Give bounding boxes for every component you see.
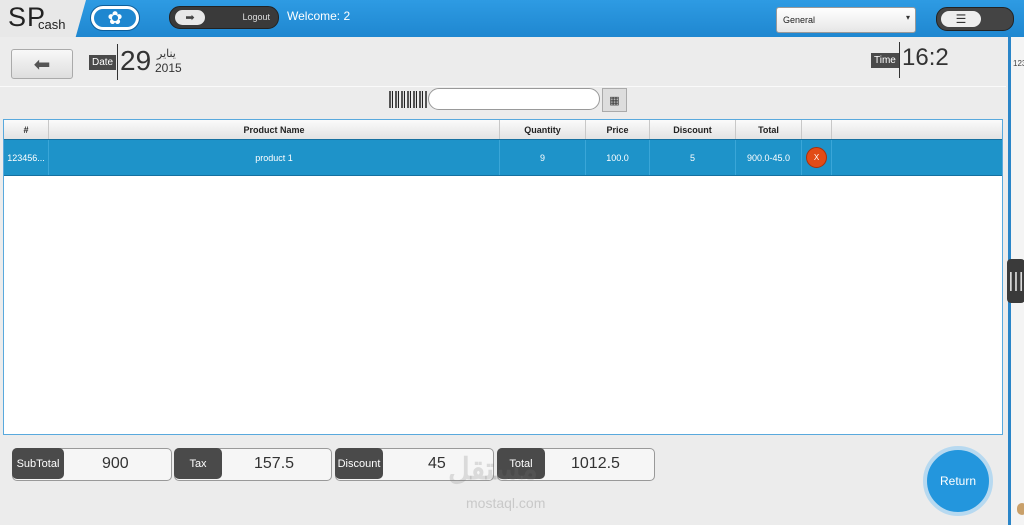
date-year: 2015 [155, 61, 182, 75]
arrow-left-icon: ⬅ [33, 53, 51, 76]
discount-value: 45 [428, 455, 446, 472]
discount-label: Discount [335, 448, 383, 479]
products-table: # Product Name Quantity Price Discount T… [3, 119, 1003, 435]
header-product-name[interactable]: Product Name [49, 120, 500, 139]
time-label: Time [871, 53, 899, 68]
settings-button[interactable]: ✿ [90, 5, 140, 31]
subtotal-label: SubTotal [12, 448, 64, 479]
keypad-icon: ▦ [609, 94, 620, 107]
cell-product-name: product 1 [49, 140, 500, 175]
header-total[interactable]: Total [736, 120, 802, 139]
date-divider [117, 44, 118, 80]
app-logo: SP cash [0, 0, 86, 37]
time-divider [899, 42, 900, 78]
gear-icon: ✿ [94, 9, 136, 27]
cell-num: 123456... [4, 140, 49, 175]
keypad-button[interactable]: ▦ [602, 88, 627, 112]
table-header: # Product Name Quantity Price Discount T… [4, 120, 1002, 140]
cell-quantity: 9 [500, 140, 586, 175]
date-day: 29 [120, 45, 152, 76]
side-panel-text: 1234 [1013, 59, 1024, 68]
header-quantity[interactable]: Quantity [500, 120, 586, 139]
barcode-icon[interactable] [389, 91, 427, 108]
side-panel-strip: 1234 ||| [1007, 37, 1024, 525]
header-actions [802, 120, 832, 139]
subtotal-box: SubTotal 900 [12, 448, 172, 481]
cell-total: 900.0-45.0 [736, 140, 802, 175]
return-button[interactable]: Return [923, 446, 993, 516]
subtotal-value: 900 [102, 455, 129, 472]
remove-item-button[interactable]: X [806, 147, 827, 168]
dropdown-value: General [783, 15, 816, 25]
header-price[interactable]: Price [586, 120, 650, 139]
header-num[interactable]: # [4, 120, 49, 139]
barcode-input[interactable] [428, 88, 600, 110]
chevron-down-icon: ▾ [905, 13, 910, 22]
cell-actions: X [802, 140, 832, 175]
header-discount[interactable]: Discount [650, 120, 736, 139]
cell-price: 100.0 [586, 140, 650, 175]
tax-label: Tax [174, 448, 222, 479]
logout-button[interactable]: ➡ Logout [169, 6, 279, 29]
side-panel-dot-icon [1017, 503, 1024, 515]
barcode-search: ▦ [384, 87, 627, 113]
logo-subtext: cash [38, 17, 66, 32]
date-label: Date [89, 55, 117, 70]
side-panel-handle[interactable]: ||| [1007, 259, 1024, 303]
watermark-logo: مستقل [448, 453, 538, 486]
tax-value: 157.5 [254, 455, 295, 472]
watermark-url: mostaql.com [466, 495, 546, 511]
table-row[interactable]: 123456... product 1 9 100.0 5 900.0-45.0… [4, 139, 1002, 176]
arrow-right-icon: ➡ [175, 10, 205, 25]
menu-toggle-button[interactable]: ☰ [936, 7, 1014, 31]
cell-discount: 5 [650, 140, 736, 175]
tax-box: Tax 157.5 [174, 448, 332, 481]
date-month: يناير [157, 48, 176, 60]
category-dropdown[interactable]: General ▾ [776, 7, 916, 33]
time-value: 16:2 [902, 44, 949, 71]
logout-label: Logout [242, 12, 270, 22]
back-button[interactable]: ⬅ [11, 49, 73, 79]
welcome-text: Welcome: 2 [287, 9, 351, 23]
top-bar: SP cash ✿ ➡ Logout Welcome: 2 General ▾ … [0, 0, 1024, 37]
menu-icon: ☰ [941, 11, 981, 27]
total-value: 1012.5 [571, 455, 620, 472]
